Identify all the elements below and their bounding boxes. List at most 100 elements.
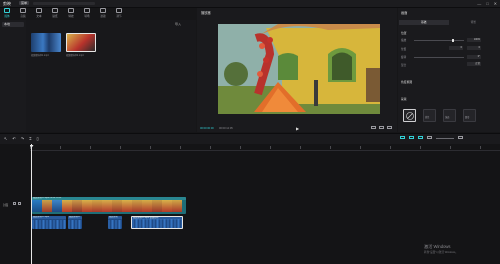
field-label: 位置 [401,48,407,51]
position-y-value[interactable]: 0 [467,46,481,50]
zoom-in-icon[interactable] [458,136,463,139]
properties-tabs: 基础 背景 [399,20,498,25]
clip-frame [132,200,142,212]
timecode-current: 00:00:00:00 [200,127,214,130]
cover-label[interactable]: 封面 [3,203,8,207]
project-name-bar [33,1,95,5]
sticker-icon [52,8,58,13]
ruler-tick [390,146,391,149]
section-chroma: 色度抠图 [401,80,413,84]
import-button[interactable]: 导入 [175,22,181,26]
ruler-tick [90,146,91,149]
preview-axis-icon[interactable] [418,136,423,139]
maximize-icon[interactable]: □ [486,1,488,6]
zoom-out-icon[interactable] [427,136,432,139]
field-label: 缩放 [401,39,407,42]
transition-icon [84,8,90,13]
quality-icon[interactable] [379,126,384,129]
audio-waveform [68,220,82,229]
effects-icon [68,8,74,13]
app-logo: 剪映 [3,1,11,6]
media-thumbnail[interactable] [31,33,61,52]
blend-value[interactable]: 正常 [467,62,481,66]
no-mask-icon [406,112,414,120]
timeline-right-tools [400,136,463,139]
media-thumbnail-label: 视频素材02.mp4 [66,54,84,57]
scale-slider[interactable] [414,40,464,41]
clip-title: 视频素材01 [68,216,82,219]
tool-filter[interactable]: 滤镜 [98,8,108,18]
close-icon[interactable]: ✕ [494,1,497,6]
undo-icon[interactable]: ↶ [12,136,15,141]
tab-basic[interactable]: 基础 [399,20,449,25]
ruler-tick [330,146,331,149]
mask-none-option[interactable] [403,109,416,122]
audio-clip[interactable]: 视频素材01.mp4 [32,216,66,229]
clip-frame [42,200,52,212]
time-ruler[interactable] [30,144,500,151]
tool-sticker[interactable]: 贴纸 [50,8,60,18]
ratio-icon[interactable] [371,126,376,129]
split-icon[interactable]: ⌶ [29,136,31,141]
position-x-value[interactable]: 0 [449,46,463,50]
properties-title: 画面 [401,11,408,15]
nav-item-local[interactable]: 本地 [2,22,24,27]
delete-icon[interactable]: ▯ [36,136,38,141]
minimize-icon[interactable]: — [477,1,481,6]
timecode-total: 00:00:12:05 [219,127,233,130]
text-icon [36,8,42,13]
cursor-icon[interactable]: ↖ [4,136,7,141]
audio-clip[interactable]: 视频素材01 [68,216,82,229]
link-icon[interactable] [409,136,414,139]
audio-clip-selected[interactable]: 视频素材01.mp4 视频素材 [131,216,183,229]
audio-waveform [108,220,122,229]
field-label: 旋转 [401,56,407,59]
media-thumbnail-selected[interactable] [66,33,96,52]
rotate-value[interactable]: 0° [467,55,481,59]
redo-icon[interactable]: ↷ [21,136,24,141]
field-label: 混合 [401,64,407,67]
audio-waveform [132,219,182,228]
track-icons [13,202,21,205]
clip-title: 视频素材 [108,216,122,219]
snap-icon[interactable] [400,136,405,139]
scale-value[interactable]: 100% [467,38,481,42]
audio-waveform [32,220,66,229]
video-frame [218,24,380,114]
clip-frame [142,200,152,212]
play-button[interactable]: ▶ [296,126,299,131]
clip-title: 视频素材01.mp4 [32,216,66,219]
tool-audio[interactable]: 音频 [18,8,28,18]
adjust-icon [116,8,122,13]
section-mask: 蒙版 [401,97,407,101]
lock-icon[interactable] [13,202,16,205]
edit-tools: ↖ ↶ ↷ ⌶ ▯ [4,136,39,141]
video-preview[interactable] [218,24,380,114]
clip-frame [62,200,72,212]
tool-text[interactable]: 文本 [34,8,44,18]
slider-knob[interactable] [452,38,454,42]
ruler-tick [180,146,181,149]
mask-option-label: 圆形 [465,117,470,119]
ruler-tick [270,146,271,149]
tool-media[interactable]: 媒体 [2,8,12,18]
fullscreen-icon[interactable] [387,126,392,129]
zoom-slider[interactable] [436,137,454,139]
ruler-tick [210,146,211,149]
tool-transition[interactable]: 转场 [82,8,92,18]
clip-frame [112,200,122,212]
clip-frame [92,200,102,212]
clip-frame [152,200,162,212]
tool-effects[interactable]: 特效 [66,8,76,18]
rotate-slider[interactable] [414,57,464,58]
media-thumbnail-label: 视频素材01.mp4 [31,54,49,57]
audio-clip[interactable]: 视频素材 [108,216,122,229]
visibility-icon[interactable] [18,202,21,205]
menu-button[interactable]: 菜单 [19,1,30,5]
tab-background[interactable]: 背景 [449,20,499,25]
main-video-clip[interactable]: 视频素材02.mp4 00:00:12:05 [32,197,186,214]
ruler-tick [150,146,151,149]
playhead[interactable] [31,144,32,264]
window-controls: — □ ✕ [477,1,497,6]
tool-adjust[interactable]: 调节 [114,8,124,18]
